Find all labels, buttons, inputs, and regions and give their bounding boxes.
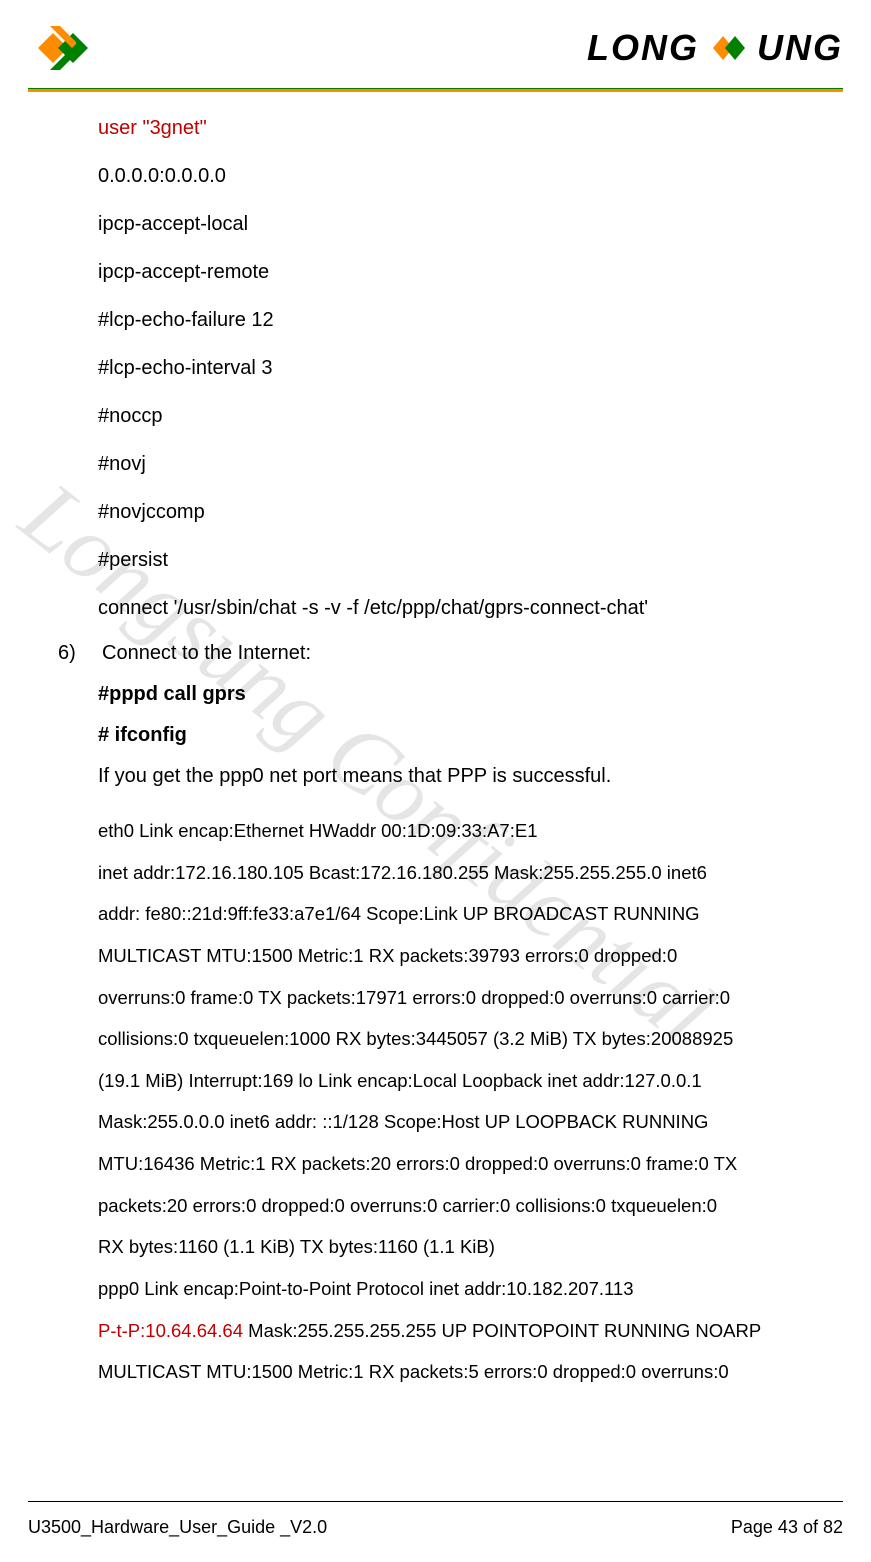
brand-text-right: UNG: [757, 27, 843, 69]
header-divider: [28, 88, 843, 92]
ppp-config-block: user "3gnet" 0.0.0.0:0.0.0.0 ipcp-accept…: [58, 114, 813, 623]
step-text: Connect to the Internet:: [102, 642, 311, 665]
ifcfg-line: MTU:16436 Metric:1 RX packets:20 errors:…: [98, 1143, 813, 1185]
footer-doc-title: U3500_Hardware_User_Guide _V2.0: [28, 1517, 327, 1538]
config-ipcp-local: ipcp-accept-local: [98, 210, 813, 239]
config-noccp: #noccp: [98, 402, 813, 431]
config-persist: #persist: [98, 546, 813, 575]
ifcfg-line: MULTICAST MTU:1500 Metric:1 RX packets:3…: [98, 935, 813, 977]
brand-middle-icon: [705, 28, 751, 68]
page-content: Longsung Confidential user "3gnet" 0.0.0…: [0, 96, 871, 1393]
step-6: 6) Connect to the Internet:: [58, 642, 813, 665]
config-connect: connect '/usr/sbin/chat -s -v -f /etc/pp…: [98, 594, 813, 623]
config-user: user "3gnet": [98, 114, 813, 143]
success-note: If you get the ppp0 net port means that …: [58, 765, 813, 788]
ifcfg-line: P-t-P:10.64.64.64 Mask:255.255.255.255 U…: [98, 1310, 813, 1352]
page-header: LONG UNG: [0, 0, 871, 88]
step-number: 6): [58, 642, 84, 665]
ifcfg-line: inet addr:172.16.180.105 Bcast:172.16.18…: [98, 852, 813, 894]
config-lcp-failure: #lcp-echo-failure 12: [98, 306, 813, 335]
ifcfg-line: addr: fe80::21d:9ff:fe33:a7e1/64 Scope:L…: [98, 893, 813, 935]
ifcfg-line: Mask:255.0.0.0 inet6 addr: ::1/128 Scope…: [98, 1101, 813, 1143]
ifcfg-line: eth0 Link encap:Ethernet HWaddr 00:1D:09…: [98, 810, 813, 852]
cmd-pppd: #pppd call gprs: [98, 683, 813, 706]
config-ipcp-remote: ipcp-accept-remote: [98, 258, 813, 287]
config-novjccomp: #novjccomp: [98, 498, 813, 527]
ifcfg-line: RX bytes:1160 (1.1 KiB) TX bytes:1160 (1…: [98, 1226, 813, 1268]
page-footer: U3500_Hardware_User_Guide _V2.0 Page 43 …: [28, 1517, 843, 1538]
company-logo-icon: [28, 18, 98, 78]
config-ip: 0.0.0.0:0.0.0.0: [98, 162, 813, 191]
ifcfg-line: (19.1 MiB) Interrupt:169 lo Link encap:L…: [98, 1060, 813, 1102]
ifcfg-ptp-red: P-t-P:10.64.64.64: [98, 1320, 243, 1341]
cmd-ifconfig: # ifconfig: [98, 724, 813, 747]
ifconfig-output: eth0 Link encap:Ethernet HWaddr 00:1D:09…: [58, 810, 813, 1393]
ifcfg-line: MULTICAST MTU:1500 Metric:1 RX packets:5…: [98, 1351, 813, 1393]
brand-wordmark: LONG UNG: [587, 27, 843, 69]
ifcfg-line: ppp0 Link encap:Point-to-Point Protocol …: [98, 1268, 813, 1310]
ifcfg-line: collisions:0 txqueuelen:1000 RX bytes:34…: [98, 1018, 813, 1060]
ifcfg-ptp-rest: Mask:255.255.255.255 UP POINTOPOINT RUNN…: [243, 1320, 761, 1341]
command-block: #pppd call gprs # ifconfig: [58, 683, 813, 747]
footer-page-number: Page 43 of 82: [731, 1517, 843, 1538]
ifcfg-line: packets:20 errors:0 dropped:0 overruns:0…: [98, 1185, 813, 1227]
ifcfg-line: overruns:0 frame:0 TX packets:17971 erro…: [98, 977, 813, 1019]
config-lcp-interval: #lcp-echo-interval 3: [98, 354, 813, 383]
config-novj: #novj: [98, 450, 813, 479]
footer-divider: [28, 1501, 843, 1502]
brand-text-left: LONG: [587, 27, 699, 69]
